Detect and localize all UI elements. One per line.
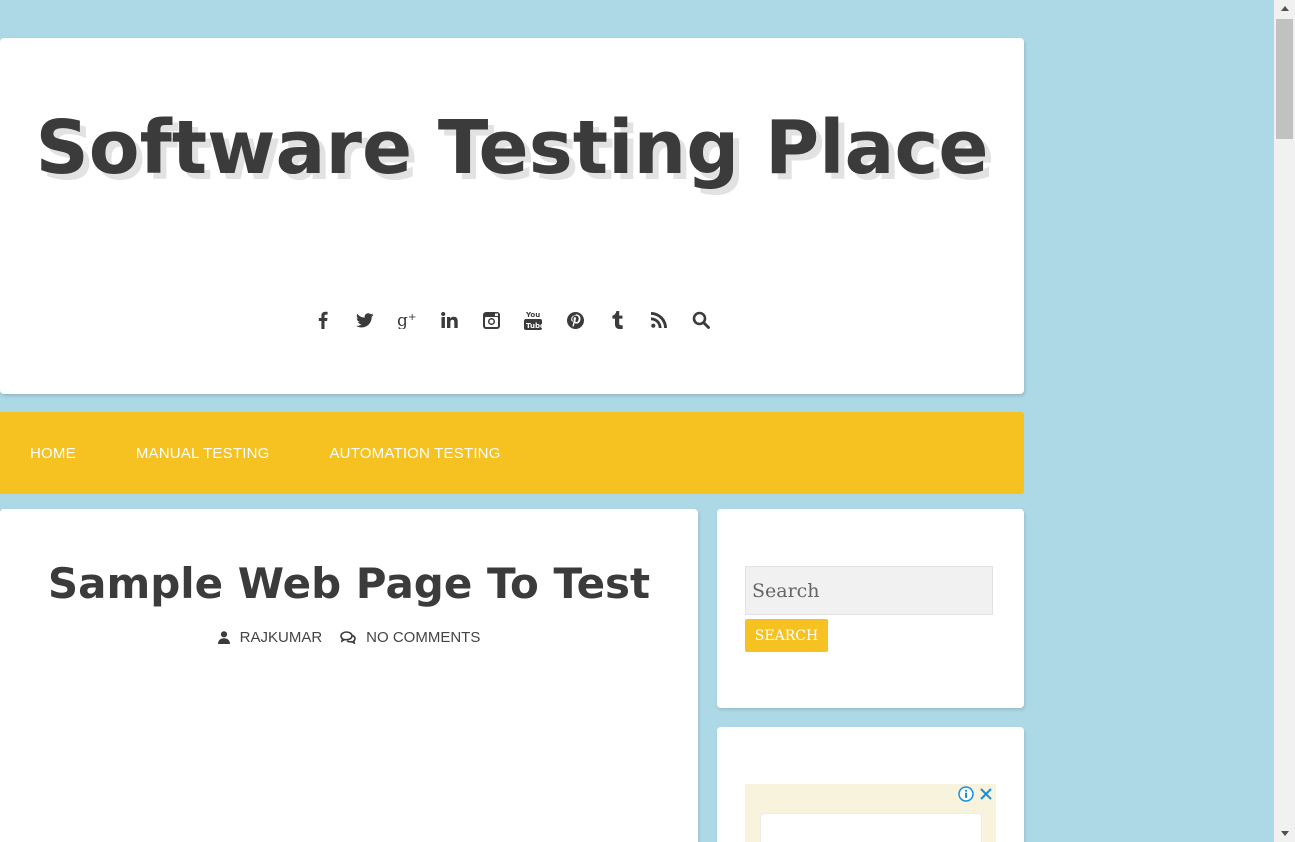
post-comments[interactable]: NO COMMENTS bbox=[340, 629, 480, 646]
vertical-scrollbar[interactable] bbox=[1274, 0, 1295, 842]
site-header: Software Testing Place g+ You Tube bbox=[0, 38, 1024, 394]
pinterest-icon[interactable] bbox=[564, 309, 586, 331]
twitter-icon[interactable] bbox=[354, 309, 376, 331]
site-title[interactable]: Software Testing Place bbox=[0, 100, 1024, 196]
post-title[interactable]: Sample Web Page To Test bbox=[0, 559, 698, 609]
linkedin-icon[interactable] bbox=[438, 309, 460, 331]
instagram-icon[interactable] bbox=[480, 309, 502, 331]
scroll-down-arrow-icon[interactable] bbox=[1274, 825, 1295, 842]
post-content: Sample Web Page To Test RAJKUMAR NO COMM… bbox=[0, 509, 698, 842]
tumblr-icon[interactable] bbox=[606, 309, 628, 331]
rss-icon[interactable] bbox=[648, 309, 670, 331]
nav-item-home[interactable]: HOME bbox=[30, 445, 76, 462]
sidebar-search-widget: SEARCH bbox=[717, 509, 1024, 708]
ad-frame[interactable] bbox=[745, 784, 996, 842]
svg-text:Tube: Tube bbox=[526, 322, 542, 330]
post-meta: RAJKUMAR NO COMMENTS bbox=[0, 629, 698, 646]
search-input[interactable] bbox=[745, 566, 993, 615]
search-icon[interactable] bbox=[690, 309, 712, 331]
youtube-icon[interactable]: You Tube bbox=[522, 309, 544, 331]
svg-text:+: + bbox=[408, 312, 416, 323]
search-button[interactable]: SEARCH bbox=[745, 619, 828, 652]
svg-text:g: g bbox=[397, 311, 408, 329]
google-plus-icon[interactable]: g + bbox=[396, 309, 418, 331]
post-author[interactable]: RAJKUMAR bbox=[217, 629, 323, 646]
sidebar-ad-widget bbox=[717, 727, 1024, 842]
main-navigation: HOME MANUAL TESTING AUTOMATION TESTING bbox=[0, 412, 1024, 494]
comments-icon bbox=[340, 631, 356, 644]
info-icon[interactable] bbox=[958, 786, 974, 802]
svg-text:You: You bbox=[525, 311, 540, 319]
user-icon bbox=[217, 631, 230, 644]
scroll-up-arrow-icon[interactable] bbox=[1274, 0, 1295, 17]
author-name: RAJKUMAR bbox=[239, 629, 323, 646]
social-icons-row: g+ You Tube bbox=[0, 306, 1024, 334]
nav-item-automation-testing[interactable]: AUTOMATION TESTING bbox=[329, 445, 500, 462]
nav-item-manual-testing[interactable]: MANUAL TESTING bbox=[136, 445, 270, 462]
facebook-icon[interactable] bbox=[312, 309, 334, 331]
close-icon[interactable] bbox=[978, 786, 994, 802]
comments-count: NO COMMENTS bbox=[366, 629, 481, 646]
scroll-thumb[interactable] bbox=[1276, 19, 1293, 139]
ad-content[interactable] bbox=[760, 813, 982, 842]
